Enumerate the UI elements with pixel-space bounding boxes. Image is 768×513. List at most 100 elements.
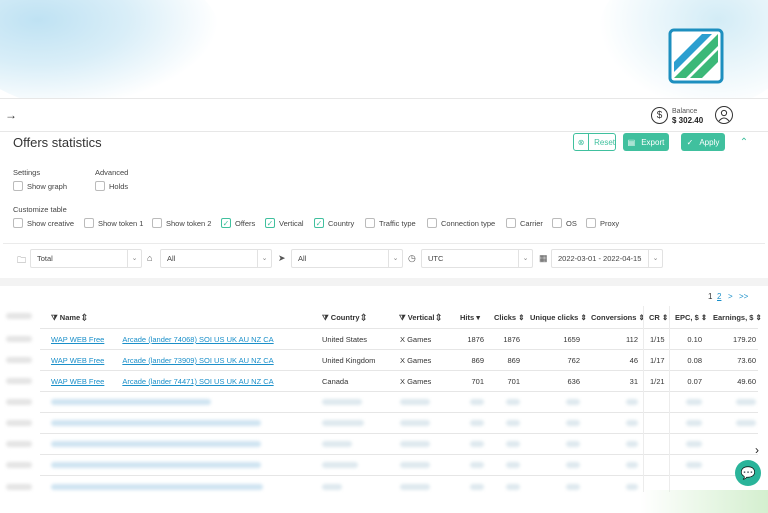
- show-graph-checkbox[interactable]: Show graph: [13, 181, 67, 191]
- next-page-link[interactable]: >: [728, 292, 733, 301]
- epc-cell: 0.08: [687, 356, 702, 365]
- cr-cell: 1/17: [650, 356, 665, 365]
- earnings-cell: 179.20: [733, 335, 756, 344]
- row-divider: [40, 475, 758, 476]
- check-icon: ✓: [314, 218, 324, 228]
- sort-icon: ⇕: [436, 313, 441, 322]
- column-header-epc[interactable]: EPC, $ ⇕: [675, 313, 707, 322]
- reset-button[interactable]: ⊗ Reset: [573, 133, 616, 151]
- checkbox-label: Traffic type: [379, 218, 416, 228]
- balance-label: Balance: [672, 108, 698, 115]
- dollar-icon: $: [651, 107, 668, 124]
- offer-select[interactable]: Total ⌄: [30, 249, 142, 268]
- scroll-right-chevron-icon[interactable]: ›: [755, 443, 759, 457]
- balance-value: $ 302.40: [672, 116, 704, 125]
- blurred-cell: [566, 420, 580, 426]
- show-token-2-checkbox[interactable]: Show token 2: [152, 218, 211, 228]
- checkbox-box: [586, 218, 596, 228]
- row-divider: [40, 370, 758, 371]
- vertical-cell: X Games: [400, 335, 432, 344]
- offer-name-part: Arcade (lander 74068) SOI US UK AU NZ CA: [122, 335, 274, 344]
- column-header-vertical[interactable]: ⧩ Vertical ⇕: [399, 313, 441, 323]
- blurred-cell: [400, 399, 430, 405]
- country-cell: United Kingdom: [322, 356, 376, 365]
- checkbox-box: [84, 218, 94, 228]
- bottom-gradient: [640, 490, 768, 513]
- column-header-hits[interactable]: Hits ▾: [460, 313, 480, 322]
- checkbox-label: Show token 1: [98, 218, 144, 228]
- show-creative-checkbox[interactable]: Show creative: [13, 218, 74, 228]
- offer-name-link[interactable]: WAP WEB Free Arcade (lander 73909) SOI US…: [51, 356, 274, 365]
- column-header-unique-clicks[interactable]: Unique clicks ⇕: [530, 313, 587, 322]
- export-label: Export: [641, 137, 665, 147]
- export-button[interactable]: ▤ Export: [623, 133, 669, 151]
- tag-select[interactable]: All ⌄: [160, 249, 272, 268]
- page-1-link[interactable]: 1: [708, 292, 712, 301]
- show-token-1-checkbox[interactable]: Show token 1: [84, 218, 143, 228]
- offer-name-link[interactable]: WAP WEB Free Arcade (lander 74471) SOI US…: [51, 377, 274, 386]
- blurred-cell: [400, 441, 430, 447]
- date-range-select[interactable]: 2022-03-01 - 2022-04-15 ⌄: [551, 249, 663, 268]
- clock-icon: ◷: [408, 253, 416, 263]
- expand-arrow-icon[interactable]: →: [5, 108, 17, 122]
- vertical-checkbox[interactable]: ✓ Vertical: [265, 218, 304, 228]
- timezone-select[interactable]: UTC ⌄: [421, 249, 533, 268]
- vertical-cell: X Games: [400, 356, 432, 365]
- checkbox-label: Carrier: [520, 218, 543, 228]
- folder-icon: 🗀: [17, 255, 27, 265]
- blurred-cell: [566, 462, 580, 468]
- column-header-earnings[interactable]: Earnings, $ ⇕: [713, 313, 762, 322]
- column-header-name[interactable]: ⧩ Name ⇕: [51, 313, 87, 323]
- reset-label: Reset: [594, 137, 615, 147]
- blurred-cell: [322, 441, 352, 447]
- check-icon: ✓: [221, 218, 231, 228]
- settings-label: Settings: [13, 168, 41, 177]
- checkbox-label: Country: [328, 218, 355, 228]
- holds-checkbox[interactable]: Holds: [95, 181, 128, 191]
- user-avatar-icon[interactable]: [715, 106, 733, 124]
- page-2-link[interactable]: 2: [717, 292, 721, 301]
- blurred-cell: [470, 399, 484, 405]
- checkbox-box: [152, 218, 162, 228]
- apply-label: Apply: [699, 137, 720, 147]
- offer-name-link[interactable]: WAP WEB Free Arcade (lander 74068) SOI US…: [51, 335, 274, 344]
- column-header-country[interactable]: ⧩ Country ⇕: [322, 313, 366, 323]
- last-page-link[interactable]: >>: [739, 292, 748, 301]
- proxy-checkbox[interactable]: Proxy: [586, 218, 619, 228]
- blurred-cell: [506, 441, 520, 447]
- blurred-cell: [626, 420, 638, 426]
- country-checkbox[interactable]: ✓ Country: [314, 218, 354, 228]
- check-icon: ✓: [265, 218, 275, 228]
- cr-cell: 1/21: [650, 377, 665, 386]
- carrier-checkbox[interactable]: Carrier: [506, 218, 543, 228]
- conversions-cell: 112: [626, 335, 638, 344]
- checkbox-label: Holds: [109, 181, 129, 191]
- select-value: All: [167, 254, 176, 263]
- column-divider: [643, 306, 644, 492]
- conversions-cell: 46: [629, 356, 638, 365]
- unique-clicks-cell: 762: [567, 356, 580, 365]
- offers-checkbox[interactable]: ✓ Offers: [221, 218, 255, 228]
- header-label: Vertical: [407, 313, 435, 322]
- traffic-type-checkbox[interactable]: Traffic type: [365, 218, 416, 228]
- column-header-clicks[interactable]: Clicks ⇕: [494, 313, 525, 322]
- connection-type-checkbox[interactable]: Connection type: [427, 218, 495, 228]
- section-gap: [0, 278, 768, 286]
- chat-bubble-icon[interactable]: 💬: [735, 460, 761, 486]
- checkbox-box: [506, 218, 516, 228]
- select-value: Total: [37, 254, 53, 263]
- page-title: Offers statistics: [13, 135, 102, 150]
- apply-button[interactable]: ✓ Apply: [681, 133, 725, 151]
- filter-icon: ⧩: [322, 313, 329, 322]
- blurred-cell: [6, 484, 32, 490]
- os-checkbox[interactable]: OS: [552, 218, 577, 228]
- earnings-cell: 49.60: [737, 377, 756, 386]
- column-header-cr[interactable]: CR ⇕: [649, 313, 668, 322]
- source-select[interactable]: All ⌄: [291, 249, 403, 268]
- blurred-cell: [470, 462, 484, 468]
- blurred-cell: [6, 462, 32, 468]
- collapse-chevron-up-icon[interactable]: ⌃: [735, 133, 753, 151]
- blurred-cell: [566, 399, 580, 405]
- column-header-conversions[interactable]: Conversions ⇕: [591, 313, 645, 322]
- advanced-label: Advanced: [95, 168, 129, 177]
